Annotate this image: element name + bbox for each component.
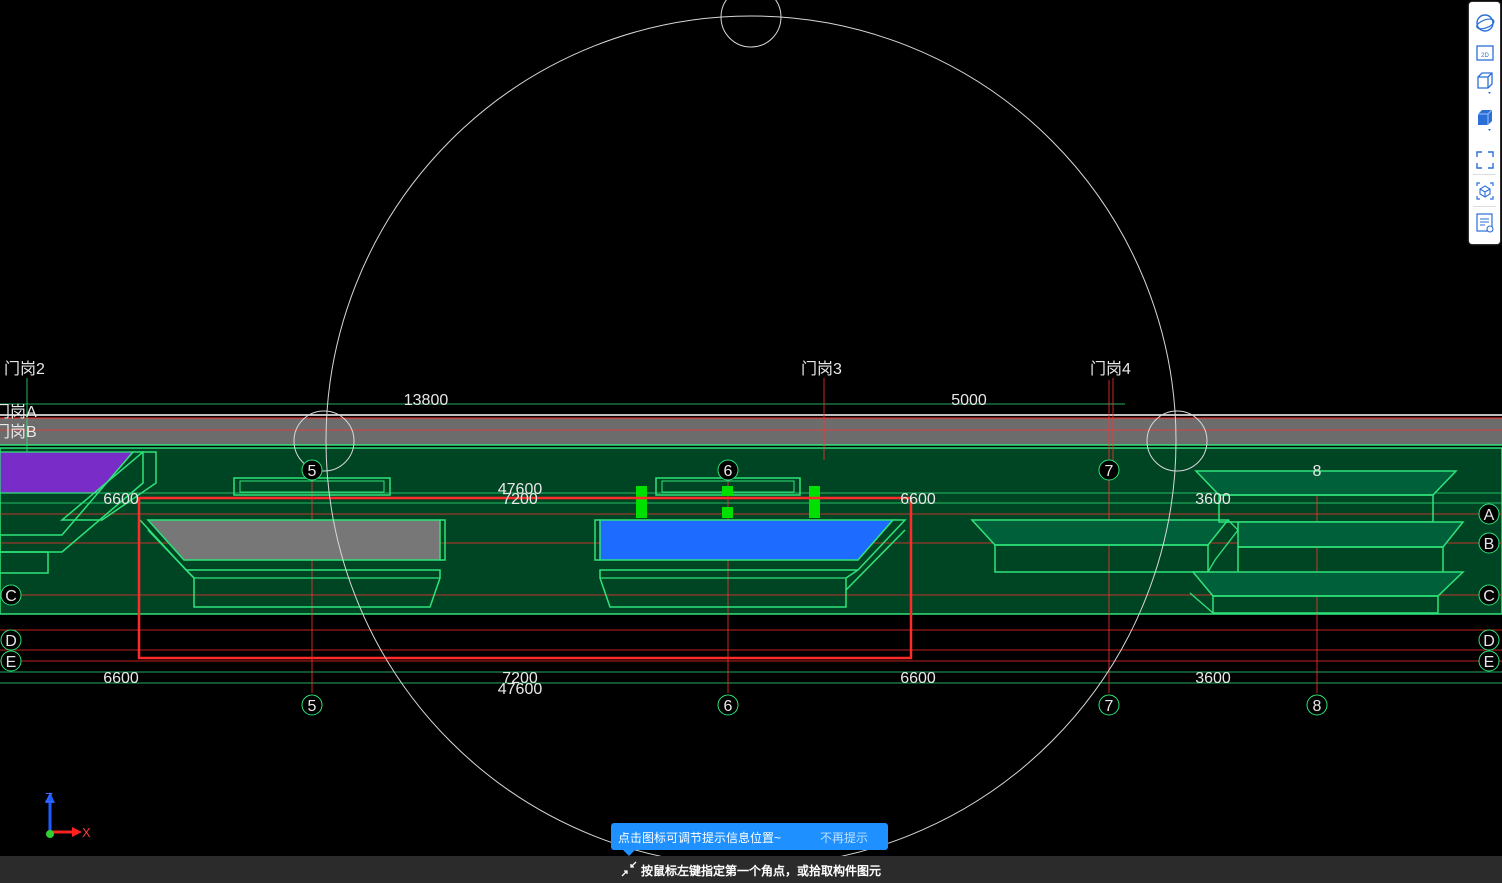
dim-6600-left-bottom: 6600 — [103, 670, 139, 687]
column[interactable] — [722, 507, 733, 518]
bubble-label: B — [1484, 536, 1495, 553]
grid-bubble-D-right[interactable]: D — [1478, 629, 1500, 651]
bubble-label: A — [1484, 507, 1495, 524]
bubble-label: C — [1483, 588, 1495, 605]
bubble-label: D — [1483, 633, 1495, 650]
grid-bubble-8-bottom[interactable]: 8 — [1306, 694, 1328, 716]
cad-viewport[interactable]: 门岗2 门岗3 门岗4 门岗A 门岗B 13800 5000 47600 660… — [0, 0, 1502, 883]
grid-bubble-D-left[interactable]: D — [0, 629, 22, 651]
grid-bubble-6-bottom[interactable]: 6 — [717, 694, 739, 716]
gray-beam[interactable] — [0, 418, 1502, 445]
bubble-label: C — [5, 588, 17, 605]
grey-trough[interactable] — [146, 519, 441, 561]
toolbar-divider — [1473, 206, 1496, 207]
bubble-label: 6 — [724, 463, 733, 480]
crosshair-pick-icon — [621, 861, 637, 877]
gate3-label: 门岗3 — [801, 360, 842, 378]
grid-bubble-E-right[interactable]: E — [1478, 650, 1500, 672]
gateB-label: 门岗B — [0, 423, 37, 441]
bubble-label: 5 — [308, 463, 317, 480]
shaded-cube-icon[interactable] — [1472, 107, 1497, 133]
orbit-icon[interactable] — [1472, 10, 1497, 36]
blue-trough[interactable] — [599, 519, 895, 561]
bubble-label: E — [6, 654, 17, 671]
svg-text:2D: 2D — [1481, 53, 1489, 59]
bubble-label: E — [1484, 654, 1495, 671]
toolbar-divider — [1473, 174, 1496, 175]
stair-7[interactable] — [970, 519, 1230, 546]
dim-6600-left-top: 6600 — [103, 491, 139, 508]
origin-dot — [46, 830, 54, 838]
fullscreen-icon[interactable] — [1472, 147, 1497, 173]
bubble-label: 7 — [1105, 463, 1114, 480]
grid-bubble-C-right[interactable]: C — [1478, 584, 1500, 606]
dim-total-bottom: 47600 — [498, 681, 543, 698]
dim-3600-bottom: 3600 — [1195, 670, 1231, 687]
z-axis-label: Z — [45, 790, 53, 805]
grid-bubble-5-bottom[interactable]: 5 — [301, 694, 323, 716]
column[interactable] — [636, 486, 647, 518]
grid-bubble-C-left[interactable]: C — [0, 584, 22, 606]
gate4-label: 门岗4 — [1090, 360, 1131, 378]
bubble-label: 6 — [724, 698, 733, 715]
3d-view-icon[interactable] — [1472, 70, 1497, 96]
grid-bubble-8-top[interactable]: 8 — [1313, 463, 1322, 480]
bubble-label: 5 — [308, 698, 317, 715]
hint-message: 点击图标可调节提示信息位置~ — [618, 831, 782, 845]
grid-bubble-A-right[interactable]: A — [1478, 503, 1500, 525]
bubble-label: 8 — [1313, 698, 1322, 715]
command-prompt: 按鼠标左键指定第一个角点，或拾取构件图元 — [641, 864, 882, 878]
dont-show-again-link[interactable]: 不再提示 — [820, 829, 868, 846]
grid-bubble-E-left[interactable]: E — [0, 650, 22, 672]
dim-7200-top: 7200 — [502, 491, 538, 508]
gateA-label: 门岗A — [0, 403, 37, 421]
dim-5000: 5000 — [951, 392, 987, 409]
command-status-bar: 按鼠标左键指定第一个角点，或拾取构件图元 — [0, 856, 1502, 883]
dim-6600-right-top: 6600 — [900, 491, 936, 508]
dim-6600-right-bottom: 6600 — [900, 670, 936, 687]
bubble-label: 7 — [1105, 698, 1114, 715]
grid-bubble-6-top[interactable]: 6 — [717, 459, 739, 481]
bubble-label: 8 — [1313, 463, 1322, 480]
hint-tooltip[interactable]: 点击图标可调节提示信息位置~ 不再提示 — [611, 823, 888, 856]
dim-13800: 13800 — [404, 392, 449, 409]
properties-list-icon[interactable] — [1472, 210, 1497, 236]
grid-bubble-7-top[interactable]: 7 — [1098, 459, 1120, 481]
x-axis-label: X — [82, 825, 91, 840]
dim-3600-top: 3600 — [1195, 491, 1231, 508]
stair-8-mid[interactable] — [1237, 521, 1465, 548]
bubble-label: D — [5, 633, 17, 650]
component-view-icon[interactable] — [1472, 178, 1497, 204]
column[interactable] — [722, 486, 733, 496]
stair-8-low[interactable] — [1191, 571, 1465, 597]
grid-bubble-5-top[interactable]: 5 — [301, 459, 323, 481]
2d-view-icon[interactable]: 2D — [1472, 40, 1497, 66]
view-toolbar: 2D — [1469, 2, 1500, 244]
column[interactable] — [809, 486, 820, 518]
grid-bubble-7-bottom[interactable]: 7 — [1098, 694, 1120, 716]
grid-bubble-B-right[interactable]: B — [1478, 532, 1500, 554]
gate2-label: 门岗2 — [4, 360, 45, 378]
stair-8-top[interactable] — [1194, 470, 1458, 496]
